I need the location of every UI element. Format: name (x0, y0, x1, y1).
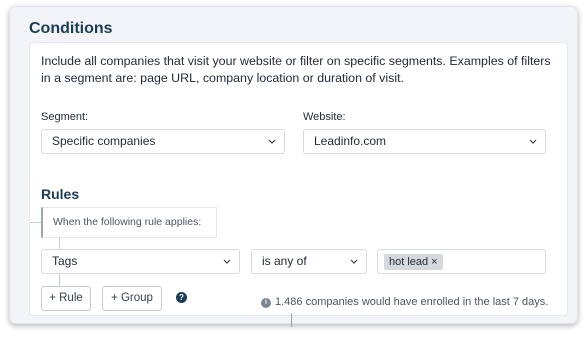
segment-select-value: Specific companies (52, 134, 156, 148)
rules-title: Rules (41, 186, 80, 202)
conditions-panel: Conditions Include all companies that vi… (9, 6, 578, 324)
conditions-card: Include all companies that visit your we… (29, 42, 568, 316)
rule-applies-box: When the following rule applies: (41, 207, 217, 238)
remove-tag-icon[interactable]: × (431, 256, 437, 268)
rule-field-select[interactable]: Tags (41, 249, 240, 274)
tree-connector (59, 274, 60, 286)
rule-operator-value: is any of (262, 254, 307, 268)
tree-connector (30, 222, 41, 223)
website-select[interactable]: Leadinfo.com (303, 129, 546, 154)
segment-select[interactable]: Specific companies (41, 129, 285, 154)
add-group-button[interactable]: + Group (102, 286, 162, 311)
flow-connector (291, 313, 292, 327)
website-label: Website: (303, 111, 346, 123)
enrollment-info-text: 1.486 companies would have enrolled in t… (275, 296, 549, 308)
chevron-down-icon (268, 139, 276, 144)
info-icon: i (261, 298, 271, 308)
tag-chip-label: hot lead (389, 256, 429, 268)
segment-label: Segment: (41, 111, 89, 123)
chevron-down-icon (529, 139, 537, 144)
tree-connector (59, 238, 60, 249)
chevron-down-icon (350, 259, 358, 264)
add-rule-button[interactable]: + Rule (41, 286, 91, 311)
enrollment-info: i 1.486 companies would have enrolled in … (261, 296, 548, 308)
chevron-down-icon (223, 259, 231, 264)
help-icon[interactable]: ? (176, 292, 187, 303)
rule-field-value: Tags (52, 254, 78, 268)
website-select-value: Leadinfo.com (314, 134, 387, 148)
conditions-description: Include all companies that visit your we… (41, 54, 551, 85)
tag-chip: hot lead × (384, 254, 443, 270)
conditions-title: Conditions (29, 20, 113, 37)
rule-operator-select[interactable]: is any of (251, 249, 367, 274)
rule-values-input[interactable]: hot lead × (377, 249, 546, 274)
